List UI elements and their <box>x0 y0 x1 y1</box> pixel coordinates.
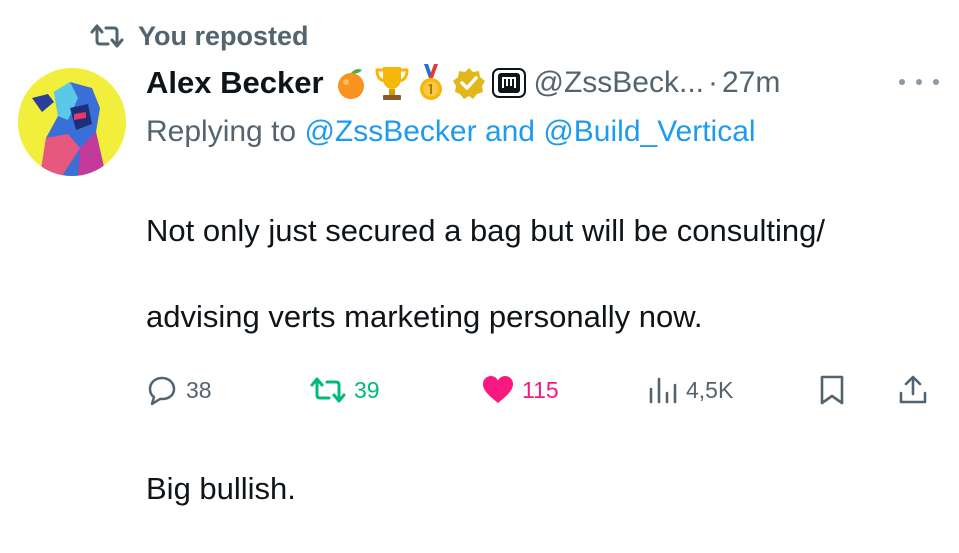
share-button[interactable] <box>898 374 928 406</box>
like-button[interactable]: 115 <box>482 375 559 405</box>
tweet-actions: 38 39 115 4,5K <box>146 368 939 412</box>
views-count: 4,5K <box>686 376 734 403</box>
tweet-text-line: advising verts marketing personally now. <box>146 299 703 334</box>
replying-prefix: Replying to <box>146 115 297 148</box>
affiliate-badge-icon <box>491 68 526 98</box>
repost-label: You reposted <box>138 20 309 51</box>
author-name[interactable]: Alex Becker <box>146 65 324 101</box>
repost-button[interactable]: 39 <box>310 376 380 404</box>
repost-banner: You reposted <box>90 18 309 54</box>
tweet[interactable]: Alex Becker @ZssBeck... · 27m Replying t… <box>146 60 939 553</box>
reply-button[interactable]: 38 <box>146 374 212 406</box>
heart-icon <box>482 375 514 405</box>
share-icon <box>898 374 928 406</box>
author-badges <box>334 64 526 102</box>
views-button[interactable]: 4,5K <box>648 375 733 405</box>
bookmark-button[interactable] <box>818 374 846 406</box>
verified-badge-icon <box>452 66 486 100</box>
author-handle[interactable]: @ZssBeck... <box>534 66 704 100</box>
reply-mention-1[interactable]: @ZssBecker <box>304 115 476 148</box>
tweet-timestamp[interactable]: 27m <box>722 66 780 100</box>
replying-to: Replying to @ZssBecker and @Build_Vertic… <box>146 112 939 152</box>
trophy-emoji-icon <box>374 64 410 102</box>
reply-conjunction: and <box>484 115 535 148</box>
reply-count: 38 <box>186 376 212 403</box>
repost-count: 39 <box>354 376 380 403</box>
reply-mention-2[interactable]: @Build_Vertical <box>543 115 755 148</box>
more-options-icon[interactable] <box>899 72 939 92</box>
avatar[interactable] <box>18 68 126 176</box>
reply-icon <box>146 374 178 406</box>
separator-dot: · <box>708 66 718 99</box>
repost-icon <box>90 23 124 49</box>
repost-icon <box>310 376 346 404</box>
tweet-header: Alex Becker @ZssBeck... · 27m <box>146 60 939 106</box>
tweet-text-line: Not only just secured a bag but will be … <box>146 213 825 248</box>
like-count: 115 <box>522 376 559 403</box>
tweet-text: Not only just secured a bag but will be … <box>146 166 939 553</box>
views-icon <box>648 375 678 405</box>
orange-emoji-icon <box>334 65 368 101</box>
medal-emoji-icon <box>416 64 446 102</box>
tweet-text-line: Big bullish. <box>146 471 296 506</box>
bookmark-icon <box>818 374 846 406</box>
